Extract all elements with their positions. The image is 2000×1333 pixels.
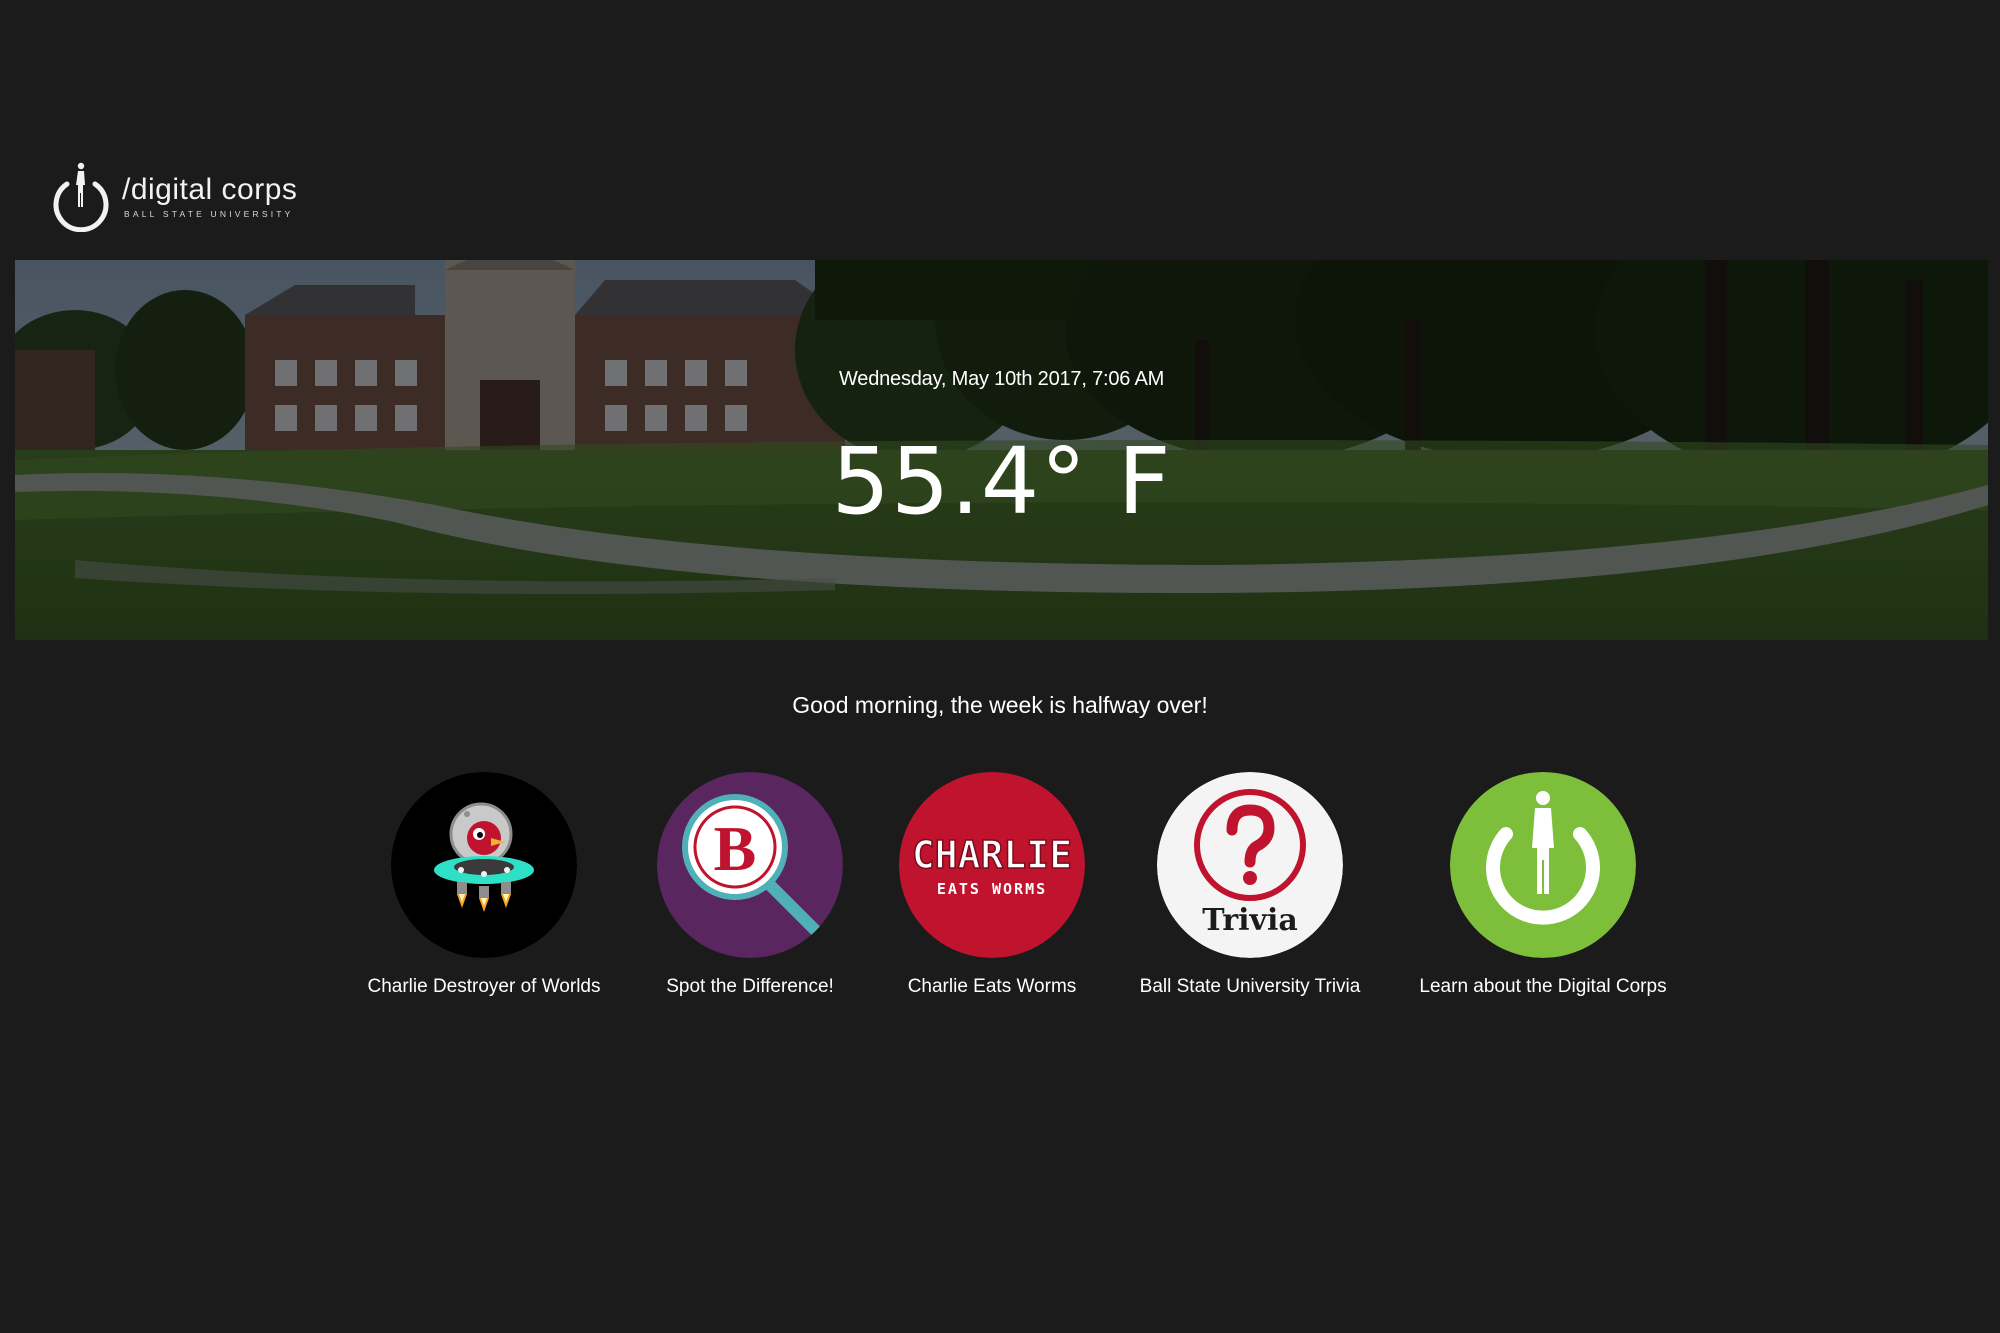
app-label: Charlie Destroyer of Worlds <box>367 976 601 997</box>
magnifier-b-icon: B <box>657 772 843 958</box>
current-temperature: 55.4° F <box>831 428 1172 535</box>
logo-title: CHARLIE <box>912 833 1072 877</box>
current-datetime: Wednesday, May 10th 2017, 7:06 AM <box>838 368 1165 390</box>
logo-title: Trivia <box>1202 903 1298 938</box>
digital-corps-logo[interactable]: /digital corps BALL STATE UNIVERSITY <box>50 160 297 232</box>
app-learn-digital-corps[interactable]: Learn about the Digital Corps <box>1413 772 1673 998</box>
app-icon-digital-corps <box>1450 772 1636 958</box>
charlie-eats-worms-logo: CHARLIE EATS WORMS <box>899 772 1085 958</box>
app-label: Spot the Difference! <box>666 976 834 997</box>
charlie-spaceship-icon <box>391 772 577 958</box>
brand-subtitle: BALL STATE UNIVERSITY <box>124 209 294 219</box>
power-person-icon <box>53 162 109 232</box>
power-person-icon <box>1450 772 1636 958</box>
app-charlie-destroyer-of-worlds[interactable]: Charlie Destroyer of Worlds <box>354 772 614 998</box>
app-icon-charlie-eats-worms: CHARLIE EATS WORMS <box>899 772 1085 958</box>
greeting-message: Good morning, the week is halfway over! <box>792 692 1208 718</box>
page: /digital corps BALL STATE UNIVERSITY Wed… <box>0 0 2000 1333</box>
app-icon-spot-the-difference: B <box>657 772 843 958</box>
svg-text:B: B <box>714 813 757 884</box>
brand-name: /digital corps <box>122 173 298 206</box>
app-label: Learn about the Digital Corps <box>1419 976 1667 997</box>
app-icon-charlie-destroyer <box>391 772 577 958</box>
app-icon-trivia: Trivia <box>1157 772 1343 958</box>
logo-subtitle: EATS WORMS <box>937 880 1047 898</box>
app-label: Charlie Eats Worms <box>907 976 1077 997</box>
app-spot-the-difference[interactable]: B Spot the Difference! <box>620 772 880 998</box>
app-bsu-trivia[interactable]: Trivia Ball State University Trivia <box>1120 772 1380 998</box>
weather-banner: Wednesday, May 10th 2017, 7:06 AM 55.4° … <box>15 260 1988 640</box>
app-label: Ball State University Trivia <box>1139 976 1361 997</box>
trivia-question-icon: Trivia <box>1157 772 1343 958</box>
app-charlie-eats-worms[interactable]: CHARLIE EATS WORMS Charlie Eats Worms <box>862 772 1122 998</box>
